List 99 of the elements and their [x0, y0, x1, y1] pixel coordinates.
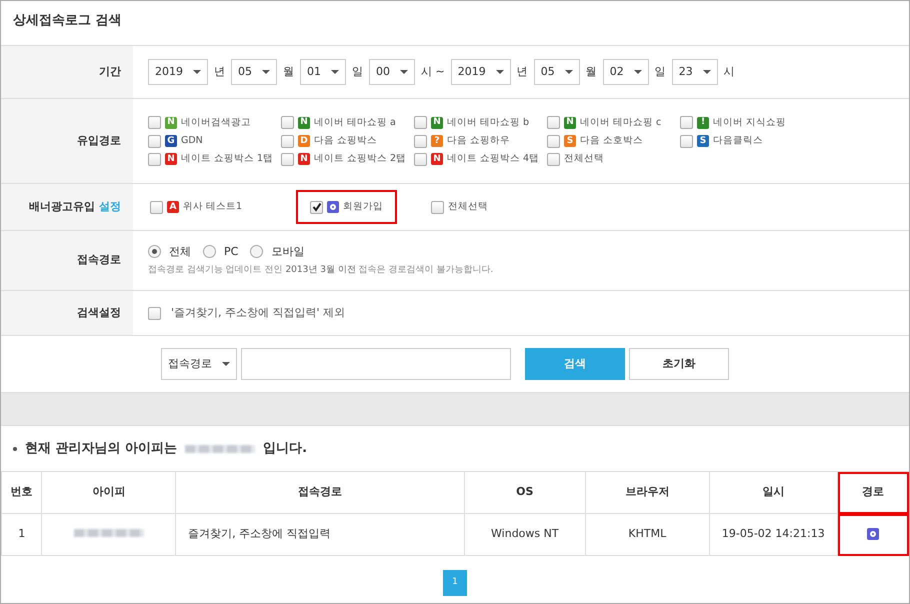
- checkbox[interactable]: [281, 134, 294, 148]
- option-label: 전체선택: [564, 152, 604, 166]
- checkbox[interactable]: [680, 134, 693, 148]
- column-header: OS: [464, 472, 586, 514]
- unit-label: 년: [516, 64, 528, 80]
- checkbox[interactable]: [547, 134, 560, 148]
- option-label: PC: [224, 244, 238, 260]
- badge-icon: N: [165, 116, 177, 129]
- column-header: 경로: [838, 472, 908, 514]
- radio-button[interactable]: [203, 245, 216, 258]
- badge-icon: S: [564, 135, 576, 147]
- option-label: 모바일: [271, 244, 304, 260]
- dropdown[interactable]: 23: [672, 59, 718, 85]
- option-label: 위사 테스트1: [183, 200, 242, 214]
- dropdown[interactable]: 00: [369, 59, 415, 85]
- badge-icon: D: [298, 135, 310, 147]
- column-header: 번호: [2, 472, 42, 514]
- search-field[interactable]: [241, 348, 511, 380]
- option-label: 네이버검색광고: [181, 116, 251, 130]
- radio-button[interactable]: [148, 245, 161, 258]
- dropdown[interactable]: 05: [231, 59, 277, 85]
- help-note: 접속경로 검색기능 업데이트 전인 2013년 3월 이전 접속은 경로검색이 불가능합니다.: [148, 264, 494, 277]
- ip-notice: 현재 관리자님의 아이피는: [25, 440, 178, 458]
- field-label: 배너광고유입: [29, 198, 95, 215]
- checkbox[interactable]: [310, 200, 324, 214]
- checkbox[interactable]: [680, 116, 693, 130]
- column-header: 브라우저: [586, 472, 710, 514]
- option-label: 다음 쇼핑박스: [314, 134, 378, 148]
- option-label: 다음 쇼핑하우: [447, 134, 510, 148]
- dropdown[interactable]: 05: [534, 59, 580, 85]
- checkbox[interactable]: [148, 134, 161, 148]
- blurred-ip: [185, 444, 256, 452]
- table-cell: 즐겨찾기, 주소창에 직접입력: [176, 514, 464, 556]
- dropdown[interactable]: 01: [300, 59, 346, 85]
- badge-icon: N: [298, 116, 310, 129]
- checkbox[interactable]: [150, 200, 163, 214]
- table-cell: Windows NT: [464, 514, 586, 556]
- unit-label: 시 ~: [421, 64, 445, 80]
- checkbox[interactable]: [414, 134, 427, 148]
- badge-icon: ?: [431, 135, 443, 147]
- badge-icon: N: [431, 116, 443, 129]
- badge-icon: !: [697, 116, 709, 129]
- option-label: 전체선택: [448, 200, 488, 214]
- checkbox[interactable]: [148, 306, 161, 320]
- dropdown[interactable]: 2019: [450, 59, 511, 85]
- dropdown[interactable]: 접속경로: [161, 348, 237, 380]
- badge-icon: G: [165, 135, 177, 147]
- unit-label: 년: [214, 64, 225, 80]
- ip-notice: 입니다.: [263, 440, 308, 458]
- option-label: 네이버 지식쇼핑: [713, 116, 786, 130]
- option-label: 네이버 테마쇼핑 b: [447, 116, 530, 130]
- option-label: 다음클릭스: [713, 134, 763, 148]
- checkbox[interactable]: [547, 116, 560, 130]
- unit-label: 월: [283, 64, 294, 80]
- checkbox[interactable]: [281, 152, 294, 166]
- checkbox[interactable]: [547, 152, 560, 166]
- option-label: 네이버 테마쇼핑 c: [580, 116, 662, 130]
- checkbox[interactable]: [431, 200, 444, 214]
- bullet-icon: [13, 446, 17, 450]
- checkbox[interactable]: [414, 152, 427, 166]
- option-label: 네이버 테마쇼핑 a: [314, 116, 396, 130]
- column-header: 일시: [709, 472, 838, 514]
- field-label: 기간: [99, 64, 121, 80]
- badge-icon: N: [298, 153, 310, 166]
- radio-button[interactable]: [250, 245, 264, 258]
- column-header: 접속경로: [176, 472, 464, 514]
- dropdown[interactable]: 02: [602, 59, 649, 85]
- field-label: 유입경로: [77, 132, 121, 149]
- badge-icon: N: [564, 116, 576, 129]
- checkbox[interactable]: [148, 116, 161, 130]
- reset-button[interactable]: 초기화: [629, 348, 729, 380]
- option-label: 네이트 쇼핑박스 4탭: [447, 152, 540, 166]
- dropdown[interactable]: 2019: [148, 59, 208, 85]
- unit-label: 일: [654, 64, 666, 80]
- table-cell: 19-05-02 14:21:13: [709, 514, 838, 556]
- checkbox[interactable]: [148, 152, 161, 166]
- option-label: 전체: [169, 244, 191, 260]
- option-label: 네이트 쇼핑박스 2탭: [314, 152, 406, 166]
- table-cell: KHTML: [586, 514, 710, 556]
- badge-icon: N: [165, 153, 177, 166]
- option-label: 네이트 쇼핑박스 1탭: [181, 152, 274, 166]
- table-cell: 1: [2, 514, 42, 556]
- badge-icon: A: [167, 201, 179, 213]
- field-label: 검색설정: [77, 304, 121, 321]
- option-label: GDN: [181, 134, 203, 148]
- field-label: 접속경로: [77, 252, 121, 268]
- unit-label: 일: [352, 64, 363, 80]
- unit-label: 월: [586, 64, 597, 80]
- unit-label: 시: [724, 64, 735, 80]
- badge-icon: N: [431, 153, 443, 166]
- option-label: 다음 소호박스: [580, 134, 644, 148]
- option-label: 회원가입: [343, 200, 384, 214]
- date-link[interactable]: 2013년 3월 이전: [285, 265, 356, 275]
- checkbox[interactable]: [414, 116, 427, 130]
- column-header: 아이피: [42, 472, 176, 514]
- blurred-ip: [74, 529, 144, 538]
- option-label: '즐겨찾기, 주소창에 직접입력' 제외: [171, 304, 346, 321]
- checkbox[interactable]: [281, 116, 294, 130]
- badge-icon: S: [697, 135, 709, 147]
